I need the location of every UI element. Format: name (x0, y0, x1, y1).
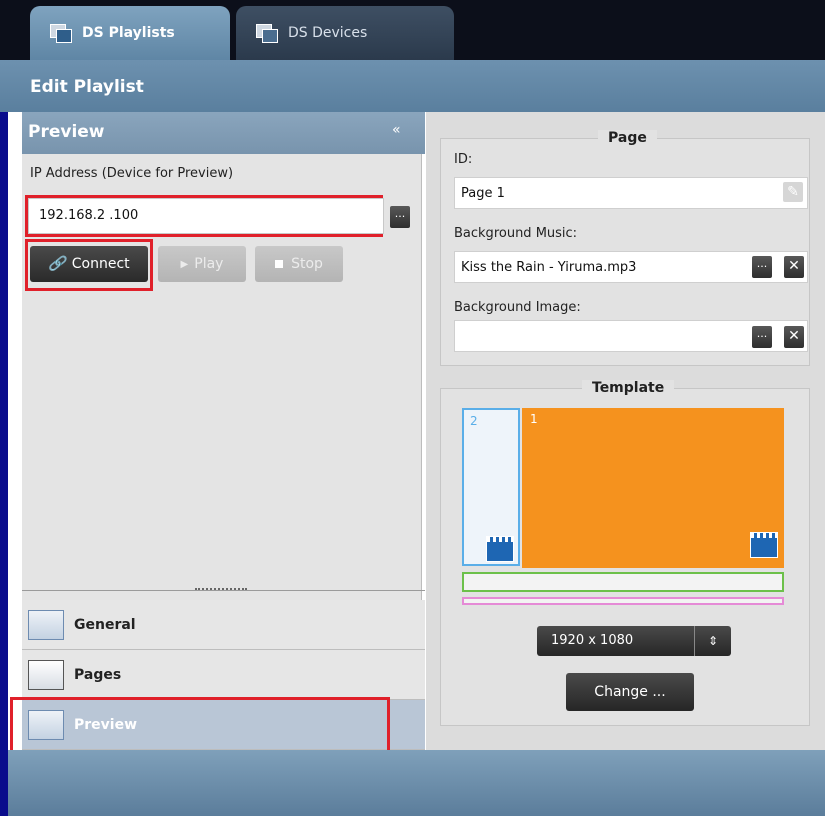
stop-button[interactable]: Stop (255, 246, 343, 282)
edit-pencil-icon[interactable]: ✎ (783, 182, 803, 202)
devices-icon (256, 24, 278, 43)
bottom-bar (0, 750, 825, 816)
change-template-button[interactable]: Change ... (566, 673, 694, 711)
tab-label: DS Devices (288, 25, 368, 41)
resolution-value: 1920 x 1080 (551, 633, 634, 648)
id-label: ID: (454, 152, 473, 167)
nav-item-label: General (74, 616, 136, 633)
splitter-grip[interactable] (195, 588, 247, 592)
template-section-title: Template (582, 380, 675, 396)
connect-button-label: Connect (71, 256, 130, 272)
play-button-label: Play (194, 256, 224, 272)
zone-number: 2 (470, 414, 478, 428)
stop-button-label: Stop (291, 256, 323, 272)
resolution-select[interactable]: 1920 x 1080 ⇕ (537, 626, 731, 656)
preview-nav-highlight-box (10, 697, 390, 753)
tab-ds-devices[interactable]: DS Devices (236, 6, 454, 60)
updown-arrow-icon: ⇕ (694, 626, 731, 656)
general-icon (28, 609, 64, 640)
play-icon: ▶ (180, 258, 189, 270)
template-zone-bar-green[interactable] (462, 572, 784, 592)
stop-icon (275, 260, 284, 268)
id-input[interactable]: Page 1 (454, 177, 808, 209)
nav-item-label: Pages (74, 666, 122, 683)
video-clip-icon (486, 536, 514, 562)
nav-item-pages[interactable]: Pages (22, 650, 425, 700)
music-clear-button[interactable]: ✕ (784, 256, 804, 278)
image-clear-button[interactable]: ✕ (784, 326, 804, 348)
background-music-label: Background Music: (454, 226, 578, 241)
image-browse-button[interactable]: ... (752, 326, 772, 348)
template-zone-1[interactable]: 1 (522, 408, 784, 568)
collapse-icon[interactable]: « (392, 122, 401, 138)
tab-label: DS Playlists (82, 25, 175, 41)
connect-button[interactable]: 🔗 Connect (30, 246, 148, 282)
template-zone-bar-pink[interactable] (462, 597, 784, 605)
link-icon: 🔗 (48, 256, 66, 272)
playlist-icon (50, 24, 72, 43)
pages-icon (28, 659, 64, 690)
tab-ds-playlists[interactable]: DS Playlists (30, 6, 230, 60)
page-title: Edit Playlist (0, 60, 825, 112)
template-zone-2[interactable]: 2 (462, 408, 520, 566)
background-image-label: Background Image: (454, 300, 581, 315)
preview-panel-title: Preview (22, 112, 425, 154)
video-clip-icon (750, 532, 778, 558)
page-section-title: Page (598, 130, 657, 146)
music-browse-button[interactable]: ... (752, 256, 772, 278)
left-edge-strip (0, 112, 8, 816)
ip-address-input[interactable]: 192.168.2 .100 (28, 198, 384, 234)
left-edge-strip-bottom (0, 750, 8, 816)
device-browse-button[interactable]: ... (390, 206, 410, 228)
play-button[interactable]: ▶ Play (158, 246, 246, 282)
zone-number: 1 (530, 412, 538, 426)
ip-address-label: IP Address (Device for Preview) (30, 166, 234, 181)
nav-item-general[interactable]: General (22, 600, 425, 650)
